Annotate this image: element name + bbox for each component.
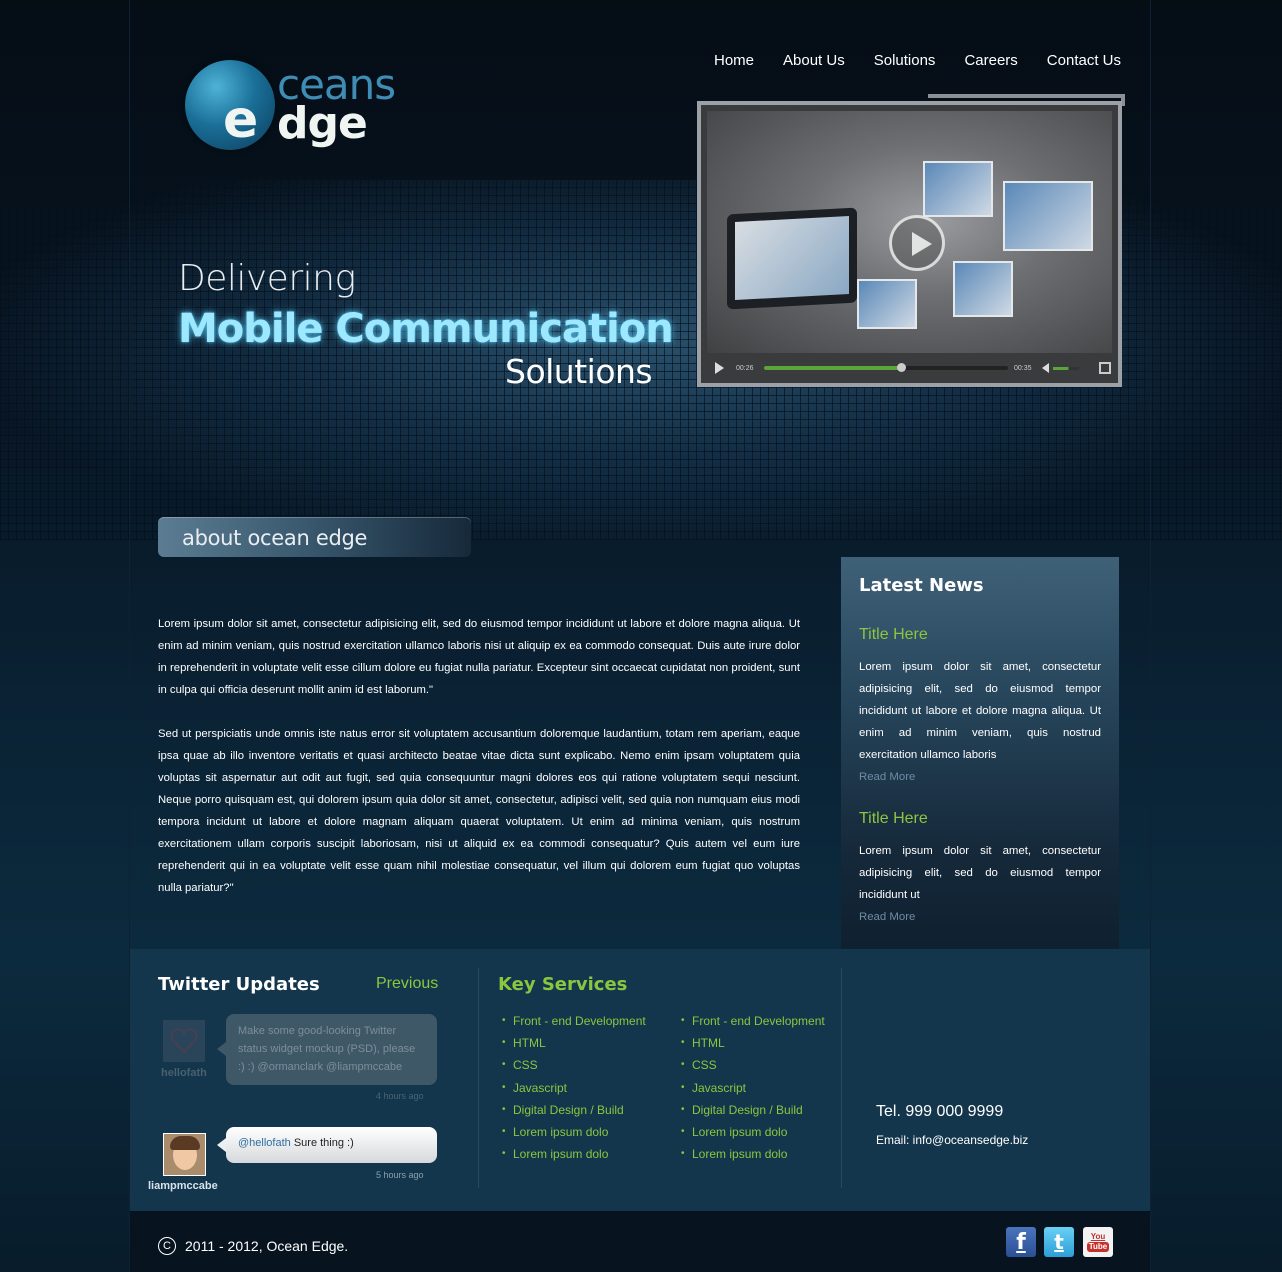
key-services-heading: Key Services	[498, 974, 628, 995]
video-panel-graphic	[923, 161, 993, 217]
news-title[interactable]: Title Here	[859, 810, 1101, 828]
copyright: C 2011 - 2012, Ocean Edge.	[158, 1237, 348, 1255]
read-more-link[interactable]: Read More	[859, 906, 1101, 928]
video-controls: 00:26 00:35	[707, 355, 1112, 381]
service-item[interactable]: Front - end Development	[681, 1010, 825, 1032]
news-item: Title Here Lorem ipsum dolor sit amet, c…	[859, 810, 1101, 928]
news-body: Lorem ipsum dolor sit amet, consectetur …	[859, 661, 1101, 761]
service-item[interactable]: Javascript	[681, 1077, 825, 1099]
contact-email[interactable]: Email: info@oceansedge.biz	[876, 1133, 1028, 1147]
site-logo[interactable]: ceans e dge	[185, 58, 425, 154]
tweet-time: 4 hours ago	[376, 1091, 424, 1101]
seek-handle[interactable]	[896, 363, 906, 372]
hero-line-3: Solutions	[505, 352, 653, 391]
tweet-bubble: @hellofath Sure thing :)	[217, 1127, 437, 1163]
fullscreen-icon[interactable]	[1099, 362, 1111, 374]
service-item[interactable]: Javascript	[502, 1077, 646, 1099]
latest-news-panel: Latest News Title Here Lorem ipsum dolor…	[841, 557, 1119, 949]
services-list-2: Front - end Development HTML CSS Javascr…	[681, 1010, 825, 1166]
duration: 00:35	[1014, 364, 1032, 372]
play-overlay-icon[interactable]	[889, 215, 945, 271]
nav-about-us[interactable]: About Us	[783, 52, 845, 69]
copyright-icon: C	[158, 1237, 176, 1255]
video-panel-graphic	[857, 279, 917, 329]
seek-bar[interactable]	[764, 363, 1008, 372]
tweet-username[interactable]: liampmccabe	[148, 1180, 218, 1192]
service-item[interactable]: CSS	[502, 1054, 646, 1076]
logo-letter: e	[223, 90, 259, 150]
tweet-username[interactable]: hellofath	[161, 1067, 207, 1079]
video-player[interactable]: 00:26 00:35	[697, 101, 1122, 387]
volume-slider[interactable]	[1053, 366, 1079, 370]
service-item[interactable]: Digital Design / Build	[502, 1099, 646, 1121]
news-item: Title Here Lorem ipsum dolor sit amet, c…	[859, 626, 1101, 788]
nav-careers[interactable]: Careers	[964, 52, 1017, 69]
services-list-1: Front - end Development HTML CSS Javascr…	[502, 1010, 646, 1166]
facebook-icon[interactable]: f	[1006, 1227, 1036, 1257]
footer-divider	[841, 968, 842, 1188]
hero-line-2: Mobile Communication	[178, 306, 674, 352]
footer-divider	[478, 968, 479, 1188]
service-item[interactable]: Lorem ipsum dolo	[502, 1143, 646, 1165]
heart-avatar-icon	[170, 1028, 198, 1054]
avatar[interactable]	[163, 1133, 206, 1176]
copyright-text: 2011 - 2012, Ocean Edge.	[185, 1238, 349, 1254]
current-time: 00:26	[736, 364, 754, 372]
service-item[interactable]: Lorem ipsum dolo	[502, 1121, 646, 1143]
about-heading-tab: about ocean edge	[158, 517, 471, 557]
seek-progress	[764, 366, 901, 370]
play-icon[interactable]	[715, 362, 724, 374]
service-item[interactable]: Lorem ipsum dolo	[681, 1121, 825, 1143]
contact-phone: Tel. 999 000 9999	[876, 1103, 1004, 1120]
video-thumbnail	[707, 111, 1112, 353]
video-panel-graphic	[953, 261, 1013, 317]
nav-home[interactable]: Home	[714, 52, 754, 69]
video-panel-graphic	[1003, 181, 1093, 251]
tweet-text: Sure thing :)	[290, 1137, 354, 1149]
about-paragraph: Sed ut perspiciatis unde omnis iste natu…	[158, 728, 800, 894]
logo-text-bottom: dge	[277, 98, 368, 149]
news-title[interactable]: Title Here	[859, 626, 1101, 644]
tweet-mention[interactable]: @hellofath	[238, 1137, 291, 1149]
nav-contact-us[interactable]: Contact Us	[1047, 52, 1121, 69]
about-paragraph: Lorem ipsum dolor sit amet, consectetur …	[158, 618, 800, 696]
service-item[interactable]: HTML	[502, 1032, 646, 1054]
service-item[interactable]: Front - end Development	[502, 1010, 646, 1032]
about-body: Lorem ipsum dolor sit amet, consectetur …	[158, 613, 800, 899]
main-nav: Home About Us Solutions Careers Contact …	[714, 52, 1121, 69]
youtube-icon[interactable]: You Tube	[1083, 1227, 1113, 1257]
service-item[interactable]: Digital Design / Build	[681, 1099, 825, 1121]
avatar[interactable]	[163, 1020, 205, 1062]
news-heading: Latest News	[859, 575, 984, 596]
youtube-icon-bottom: Tube	[1086, 1242, 1110, 1252]
read-more-link[interactable]: Read More	[859, 766, 1101, 788]
nav-solutions[interactable]: Solutions	[874, 52, 936, 69]
news-body: Lorem ipsum dolor sit amet, consectetur …	[859, 845, 1101, 901]
volume-icon[interactable]	[1042, 363, 1049, 373]
about-heading: about ocean edge	[182, 526, 368, 550]
youtube-icon-top: You	[1090, 1232, 1106, 1241]
hero-line-1: Delivering	[178, 258, 356, 299]
tweet-time: 5 hours ago	[376, 1170, 424, 1180]
twitter-previous-link[interactable]: Previous	[376, 975, 438, 993]
video-laptop-graphic	[727, 207, 857, 310]
service-item[interactable]: HTML	[681, 1032, 825, 1054]
service-item[interactable]: Lorem ipsum dolo	[681, 1143, 825, 1165]
twitter-heading: Twitter Updates	[158, 974, 320, 995]
tweet-bubble: Make some good-looking Twitter status wi…	[217, 1014, 437, 1085]
twitter-icon[interactable]: t	[1044, 1227, 1074, 1257]
service-item[interactable]: CSS	[681, 1054, 825, 1076]
